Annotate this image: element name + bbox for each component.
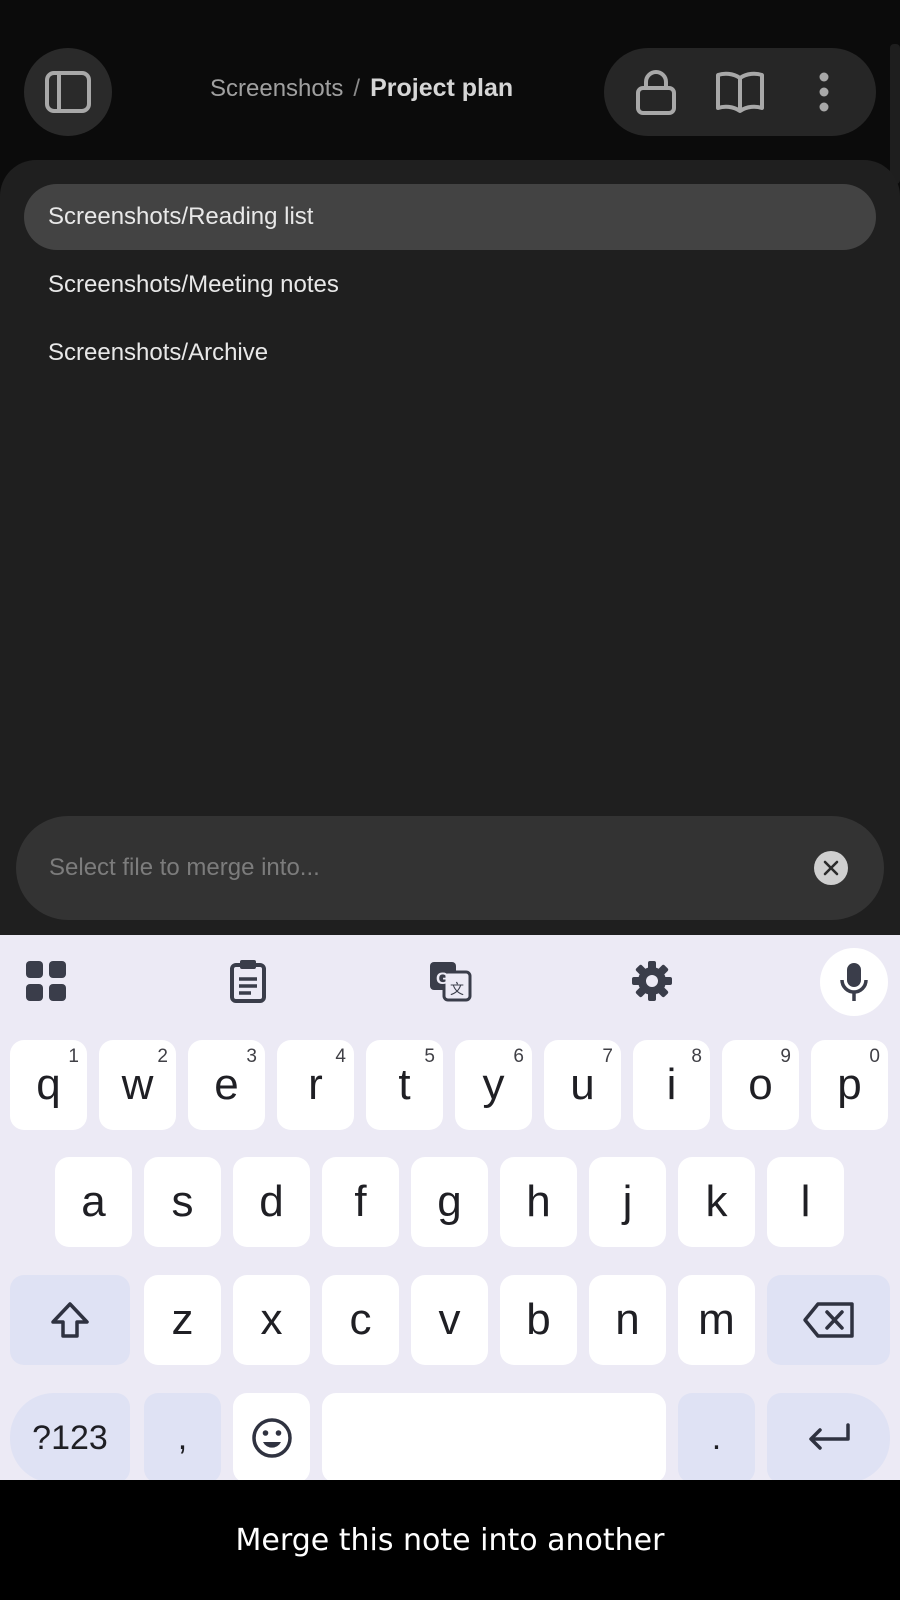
- enter-icon: [808, 1423, 850, 1450]
- key-w[interactable]: w2: [99, 1040, 176, 1130]
- clipboard-icon: [230, 960, 266, 1003]
- emoji-key[interactable]: [233, 1393, 310, 1483]
- backspace-icon: [802, 1302, 854, 1338]
- on-screen-keyboard: G 文 q1 w2 e 3 r 4 t 5 y 6 u 7 i 8 o 9 p …: [0, 935, 900, 1483]
- caption-text: Merge this note into another: [235, 1522, 665, 1558]
- key-o[interactable]: o9: [722, 1040, 799, 1130]
- suggestion-label: Screenshots/Archive: [48, 339, 269, 366]
- key-d[interactable]: d: [233, 1157, 310, 1247]
- suggestion-list: Screenshots/Reading list Screenshots/Mee…: [24, 184, 876, 388]
- grid-icon: [26, 961, 66, 1001]
- merge-suggestion-panel: Screenshots/Reading list Screenshots/Mee…: [0, 160, 900, 935]
- breadcrumb-separator: /: [353, 75, 361, 102]
- scrollbar[interactable]: [890, 44, 900, 184]
- voice-input-button[interactable]: [820, 948, 888, 1016]
- key-j[interactable]: j: [589, 1157, 666, 1247]
- key-z[interactable]: z: [144, 1275, 221, 1365]
- clipboard-button[interactable]: [222, 955, 274, 1007]
- backspace-key[interactable]: [767, 1275, 890, 1365]
- suggestion-item[interactable]: Screenshots/Meeting notes: [24, 252, 876, 318]
- key-y[interactable]: y6: [455, 1040, 532, 1130]
- page-title[interactable]: Project plan: [370, 74, 513, 103]
- breadcrumb: Screenshots / Project plan: [210, 74, 513, 103]
- enter-key[interactable]: [767, 1393, 890, 1483]
- lock-icon: [636, 70, 676, 115]
- more-options-button[interactable]: [794, 62, 854, 122]
- close-icon: [823, 860, 839, 876]
- breadcrumb-parent[interactable]: Screenshots: [210, 75, 343, 103]
- period-key[interactable]: .: [678, 1393, 755, 1483]
- key-f[interactable]: f: [322, 1157, 399, 1247]
- key-e[interactable]: e3: [188, 1040, 265, 1130]
- key-v[interactable]: v: [411, 1275, 488, 1365]
- symbols-key[interactable]: ?123: [10, 1393, 130, 1483]
- key-t[interactable]: t5: [366, 1040, 443, 1130]
- shift-icon: [51, 1302, 89, 1338]
- emoji-icon: [251, 1418, 292, 1458]
- gear-icon: [632, 961, 672, 1001]
- caption-bar: Merge this note into another: [0, 1480, 900, 1600]
- key-m[interactable]: m: [678, 1275, 755, 1365]
- key-g[interactable]: g: [411, 1157, 488, 1247]
- svg-text:文: 文: [450, 982, 464, 998]
- suggestion-item[interactable]: Screenshots/Archive: [24, 320, 876, 386]
- key-k[interactable]: k: [678, 1157, 755, 1247]
- merge-search-bar: [16, 816, 884, 920]
- key-u[interactable]: u7: [544, 1040, 621, 1130]
- key-s[interactable]: s: [144, 1157, 221, 1247]
- key-x[interactable]: x: [233, 1275, 310, 1365]
- reading-mode-button[interactable]: [710, 62, 770, 122]
- book-open-icon: [716, 71, 764, 113]
- top-bar: Screenshots / Project plan: [0, 0, 900, 184]
- keyboard-settings-button[interactable]: [626, 955, 678, 1007]
- suggestion-item[interactable]: Screenshots/Reading list: [24, 184, 876, 250]
- key-c[interactable]: c: [322, 1275, 399, 1365]
- key-q[interactable]: q1: [10, 1040, 87, 1130]
- lock-button[interactable]: [626, 62, 686, 122]
- keyboard-toolbar: G 文: [0, 935, 900, 1025]
- key-n[interactable]: n: [589, 1275, 666, 1365]
- key-i[interactable]: i8: [633, 1040, 710, 1130]
- key-l[interactable]: l: [767, 1157, 844, 1247]
- sidebar-toggle-button[interactable]: [24, 48, 112, 136]
- key-p[interactable]: p0: [811, 1040, 888, 1130]
- more-vertical-icon: [819, 72, 829, 112]
- key-a[interactable]: a: [55, 1157, 132, 1247]
- sidebar-icon: [45, 71, 91, 113]
- translate-icon: G 文: [430, 962, 472, 1002]
- keyboard-apps-button[interactable]: [20, 955, 72, 1007]
- shift-key[interactable]: [10, 1275, 130, 1365]
- key-h[interactable]: h: [500, 1157, 577, 1247]
- key-r[interactable]: r4: [277, 1040, 354, 1130]
- clear-input-button[interactable]: [814, 851, 848, 885]
- translate-button[interactable]: G 文: [424, 955, 476, 1007]
- microphone-icon: [840, 963, 868, 1001]
- suggestion-label: Screenshots/Reading list: [48, 203, 314, 230]
- comma-key[interactable]: ,: [144, 1393, 221, 1483]
- header-actions: [604, 48, 876, 136]
- svg-text:G: G: [436, 969, 449, 988]
- merge-target-input[interactable]: [49, 854, 814, 882]
- space-key[interactable]: [322, 1393, 666, 1483]
- suggestion-label: Screenshots/Meeting notes: [48, 271, 339, 298]
- key-b[interactable]: b: [500, 1275, 577, 1365]
